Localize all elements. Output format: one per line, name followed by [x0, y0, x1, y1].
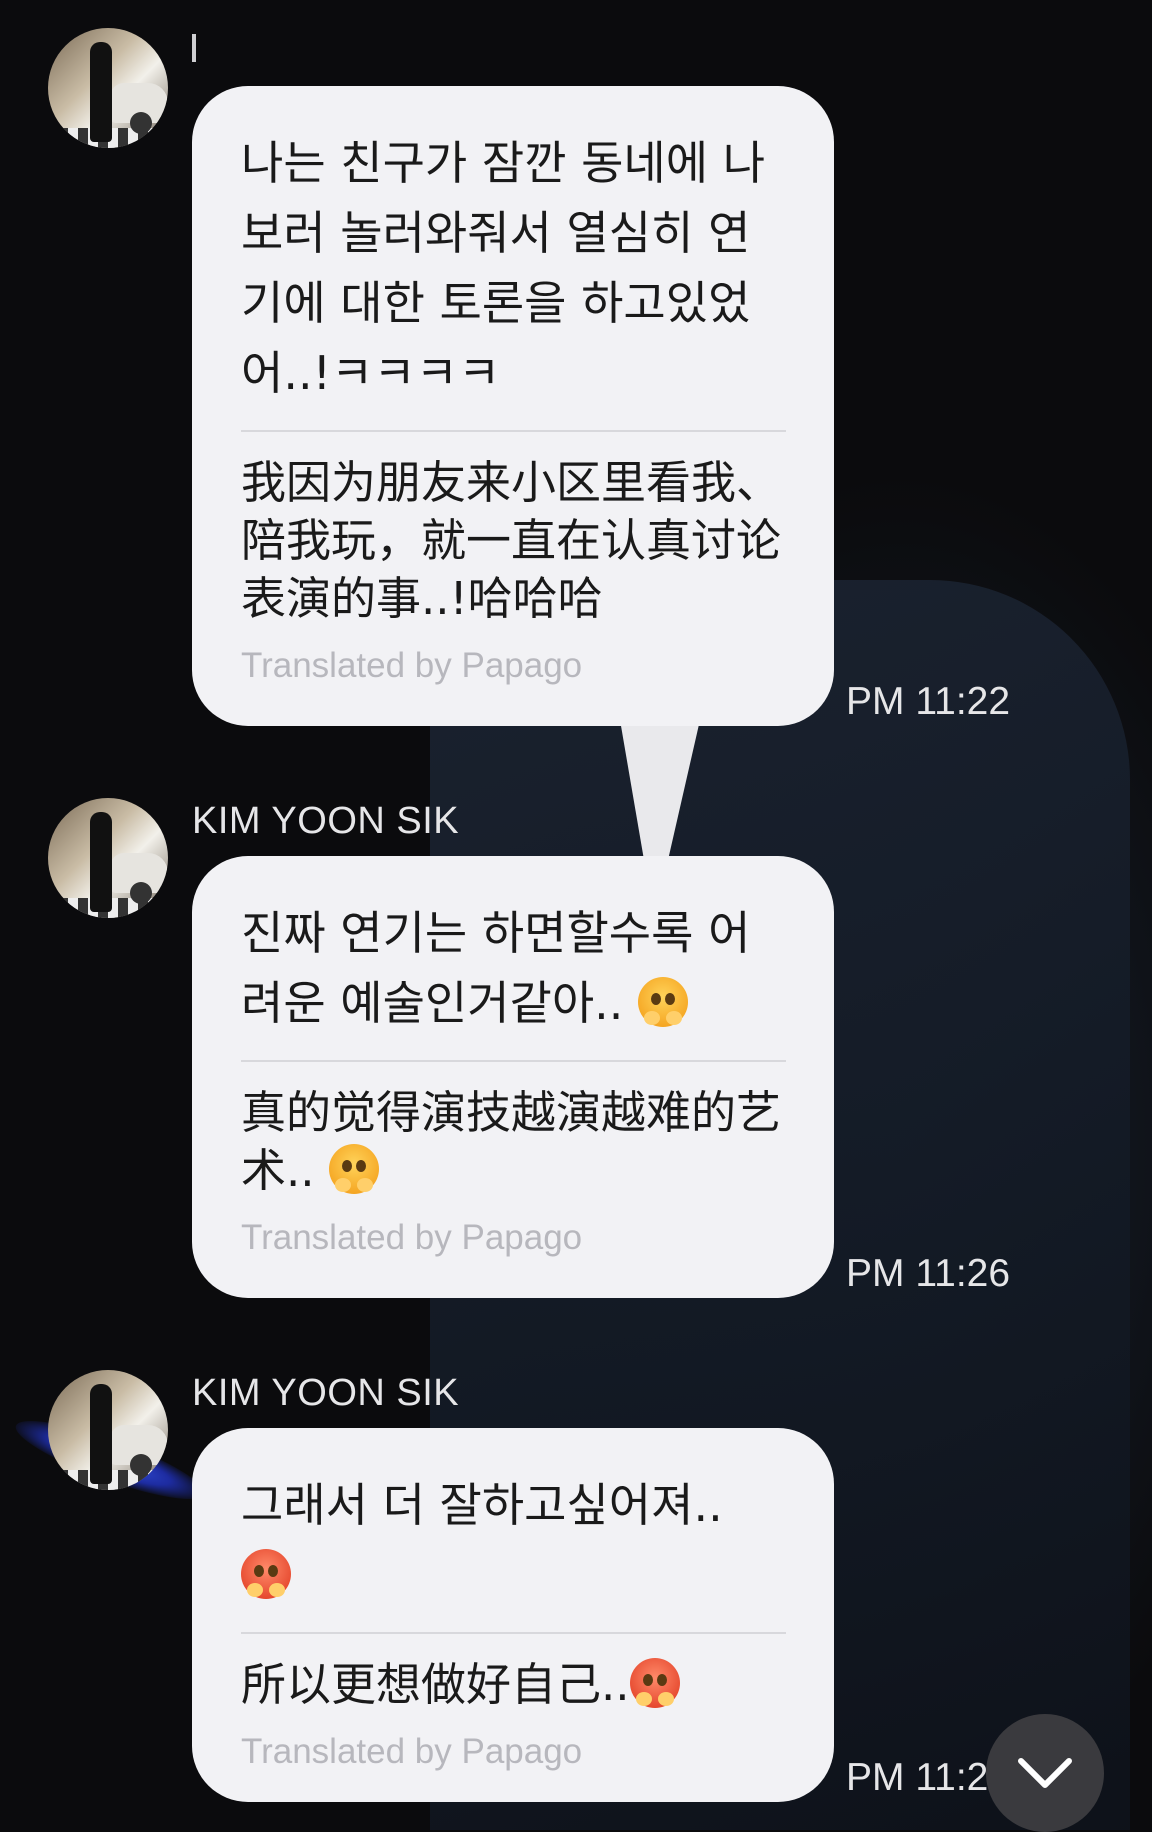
bubble-divider [241, 1060, 786, 1062]
message-bubble[interactable]: 나는 친구가 잠깐 동네에 나 보러 놀러와줘서 열심히 연기에 대한 토론을 … [192, 86, 834, 726]
original-text: 진짜 연기는 하면할수록 어려운 예술인거같아.. [241, 906, 751, 1030]
pleading-hands-emoji-icon [328, 1144, 379, 1194]
pouting-steam-emoji-icon [629, 1658, 680, 1708]
sender-avatar[interactable] [48, 1370, 168, 1490]
sender-avatar[interactable] [48, 798, 168, 918]
pleading-hands-emoji-icon [638, 977, 689, 1027]
translated-by-label: Translated by Papago [241, 1218, 583, 1257]
scroll-to-bottom-button[interactable] [986, 1714, 1104, 1832]
message-time: PM 11:26 [846, 1252, 1011, 1295]
translated-by-label: Translated by Papago [241, 1732, 583, 1771]
sender-avatar[interactable] [48, 28, 168, 148]
pouting-steam-emoji-icon [241, 1549, 291, 1599]
sender-name: KIM YOON SIK [192, 800, 460, 842]
original-text: 그래서 더 잘하고싶어져.. [241, 1470, 786, 1610]
message-time: PM 11:2 [846, 1756, 989, 1799]
translated-text: 真的觉得演技越演越难的艺术.. [241, 1086, 782, 1197]
translated-by-label: Translated by Papago [241, 646, 583, 685]
translated-text: 我因为朋友来小区里看我、陪我玩，就一直在认真讨论表演的事..!哈哈哈 [241, 456, 782, 625]
chevron-down-icon [1018, 1758, 1072, 1788]
original-text: 나는 친구가 잠깐 동네에 나 보러 놀러와줘서 열심히 연기에 대한 토론을 … [241, 136, 766, 400]
sender-name-cutoff [192, 34, 196, 62]
translated-text: 所以更想做好自己.. [241, 1656, 786, 1714]
message-bubble[interactable]: 진짜 연기는 하면할수록 어려운 예술인거같아.. 真的觉得演技越演越难的艺术.… [192, 856, 834, 1298]
sender-name: KIM YOON SIK [192, 1372, 460, 1414]
bubble-divider [241, 430, 786, 432]
bubble-divider [241, 1632, 786, 1634]
message-bubble[interactable]: 그래서 더 잘하고싶어져.. 所以更想做好自己.. Translated by … [192, 1428, 834, 1802]
message-time: PM 11:22 [846, 680, 1011, 723]
